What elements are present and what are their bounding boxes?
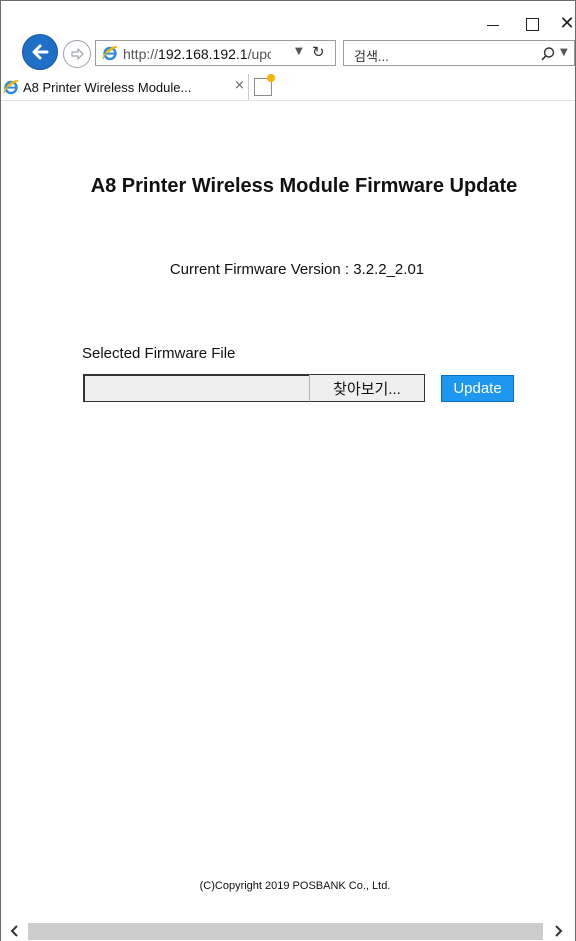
forward-arrow-icon: [71, 48, 84, 60]
chevron-left-icon: [10, 924, 18, 937]
tab-bar: A8 Printer Wireless Module... ×: [1, 74, 575, 101]
copyright-text: (C)Copyright 2019 POSBANK Co., Ltd.: [199, 880, 391, 892]
file-label: Selected Firmware File: [82, 345, 236, 362]
tab-close-icon[interactable]: ×: [234, 78, 245, 93]
minimize-icon: [487, 24, 499, 26]
new-tab-icon: [267, 74, 275, 82]
maximize-icon: [525, 17, 539, 31]
minimize-button[interactable]: [475, 9, 511, 39]
search-dropdown-icon[interactable]: ▼: [560, 47, 568, 58]
forward-button[interactable]: [63, 40, 91, 68]
close-window-button[interactable]: ✕: [549, 9, 576, 39]
chevron-right-icon: [555, 924, 563, 937]
search-placeholder: 검색...: [354, 49, 389, 64]
close-icon: ✕: [559, 13, 575, 34]
title-bar: ✕: [1, 1, 575, 41]
new-tab-button[interactable]: [254, 74, 275, 96]
scroll-left-button[interactable]: [5, 920, 25, 941]
search-box[interactable]: 검색... ▼: [343, 40, 575, 66]
search-icon[interactable]: [540, 46, 556, 62]
window-frame: [0, 0, 576, 941]
tab-title: A8 Printer Wireless Module...: [23, 80, 192, 95]
browse-button[interactable]: 찾아보기...: [309, 374, 425, 402]
address-bar[interactable]: http://192.168.192.1/upc ▼ ↻: [95, 40, 336, 66]
url-dropdown-icon[interactable]: ▼: [295, 46, 303, 57]
back-button[interactable]: [22, 34, 58, 70]
maximize-button[interactable]: [514, 9, 550, 39]
horizontal-scrollbar[interactable]: [1, 920, 575, 941]
scroll-right-button[interactable]: [547, 920, 569, 941]
url-text[interactable]: http://192.168.192.1/upc: [123, 46, 271, 62]
firmware-version-text: Current Firmware Version : 3.2.2_2.01: [169, 261, 425, 278]
scrollbar-thumb[interactable]: [28, 923, 543, 940]
ie-logo-icon: [102, 46, 118, 61]
page-title: A8 Printer Wireless Module Firmware Upda…: [90, 175, 518, 197]
refresh-icon[interactable]: ↻: [312, 43, 325, 61]
ie-logo-icon: [3, 80, 19, 95]
firmware-file-input[interactable]: [83, 374, 309, 402]
tab-firmware-update[interactable]: A8 Printer Wireless Module... ×: [1, 74, 249, 100]
back-arrow-icon: [32, 44, 49, 60]
update-button[interactable]: Update: [441, 375, 514, 402]
